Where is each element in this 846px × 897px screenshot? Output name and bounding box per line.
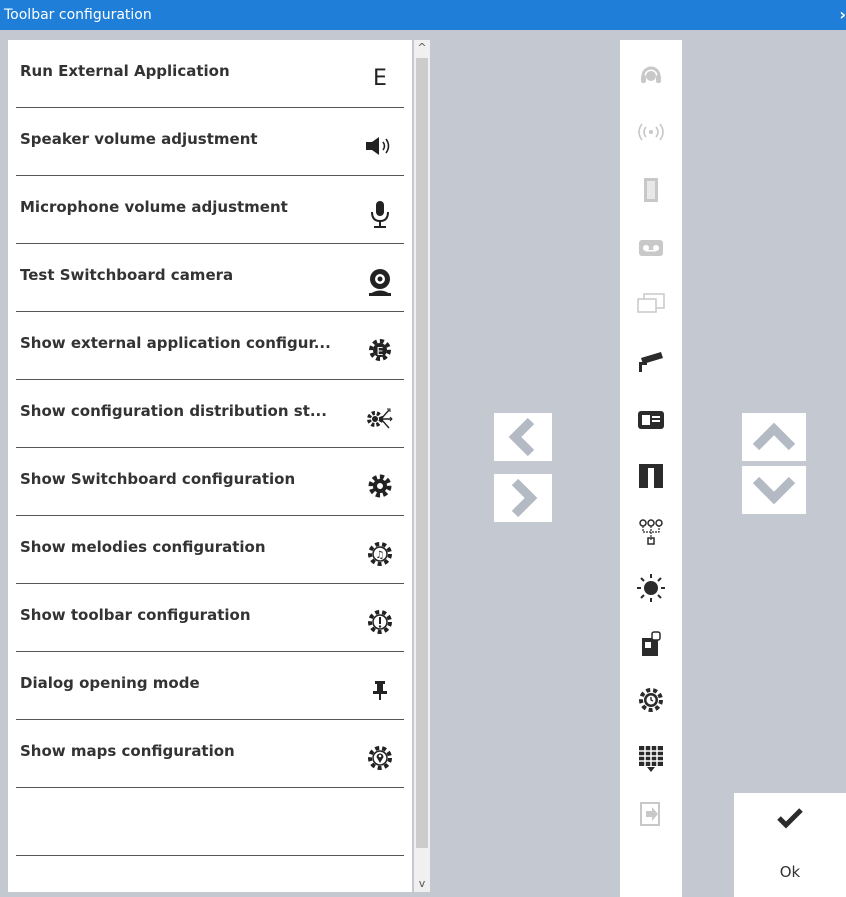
keypad-icon[interactable] [620,730,682,786]
list-item-label: Run External Application [20,62,230,80]
list-item-label: Show external application configur... [20,334,331,352]
pin-icon [362,670,398,710]
gear-info-icon [362,602,398,642]
list-item-label: Show toolbar configuration [20,606,251,624]
list-item[interactable]: Show maps configuration [16,720,404,788]
list-item-label: Test Switchboard camera [20,266,234,284]
svg-text:E: E [377,345,384,358]
list-item-label: Microphone volume adjustment [20,198,288,216]
list-item-label: Show maps configuration [20,742,235,760]
list-item[interactable]: Run External Application E [16,40,404,108]
chat-icon[interactable] [620,276,682,332]
security-camera-icon[interactable] [620,334,682,390]
list-item-label: Dialog opening mode [20,674,200,692]
door-icon[interactable] [620,162,682,218]
double-door-icon[interactable] [620,448,682,504]
gear-map-icon [362,738,398,778]
list-item[interactable] [16,788,404,856]
list-item[interactable]: Show external application configur... E [16,312,404,380]
brightness-icon[interactable] [620,560,682,616]
action-list: Run External Application E Speaker volum… [8,40,412,892]
window-title: Toolbar configuration [4,7,152,23]
webcam-icon [362,262,398,302]
list-item-label: Show Switchboard configuration [20,470,296,488]
lock-phone-icon[interactable] [620,616,682,672]
broadcast-icon[interactable] [620,104,682,160]
ok-button[interactable]: Ok [734,793,846,897]
move-up-button[interactable] [742,413,806,461]
list-item[interactable]: Test Switchboard camera [16,244,404,312]
close-button[interactable]: › [834,0,846,30]
chevron-down-icon [752,476,796,505]
list-item[interactable]: Show toolbar configuration [16,584,404,652]
scrollbar-thumb[interactable] [416,58,428,848]
checkmark-icon [777,808,803,829]
gear-music-icon: ♫ [362,534,398,574]
list-item[interactable]: Show configuration distribution st... [16,380,404,448]
gear-share-icon [362,398,398,438]
gear-icon [362,466,398,506]
id-card-icon[interactable] [620,392,682,448]
microphone-icon [362,194,398,234]
network-icon[interactable] [620,504,682,560]
chevron-up-icon [752,422,796,451]
list-item[interactable]: Show Switchboard configuration [16,448,404,516]
headset-icon[interactable] [620,48,682,104]
speaker-icon [362,126,398,166]
move-left-button[interactable] [494,413,552,461]
gear-e-icon: E [362,330,398,370]
letter-e-icon: E [373,65,387,91]
window-titlebar: Toolbar configuration › [0,0,846,30]
list-item[interactable]: Show melodies configuration ♫ [16,516,404,584]
ok-label: Ok [779,863,801,881]
scroll-down-icon[interactable]: v [414,876,430,892]
voicemail-icon[interactable] [620,220,682,276]
list-item-label: Speaker volume adjustment [20,130,258,148]
chevron-right-icon [511,478,538,518]
gear-clock-icon[interactable] [620,672,682,728]
list-item[interactable]: Microphone volume adjustment [16,176,404,244]
list-item-label: Show melodies configuration [20,538,266,556]
list-item[interactable]: Dialog opening mode [16,652,404,720]
move-down-button[interactable] [742,466,806,514]
chevron-left-icon [508,417,535,457]
list-item-label: Show configuration distribution st... [20,402,327,420]
svg-text:♫: ♫ [376,550,385,561]
toolbar-icon-strip [620,40,682,897]
logout-icon[interactable] [620,786,682,842]
move-right-button[interactable] [494,474,552,522]
list-item[interactable]: Speaker volume adjustment [16,108,404,176]
scroll-up-icon[interactable]: ^ [414,40,430,56]
list-scrollbar[interactable]: ^ v [414,40,430,892]
